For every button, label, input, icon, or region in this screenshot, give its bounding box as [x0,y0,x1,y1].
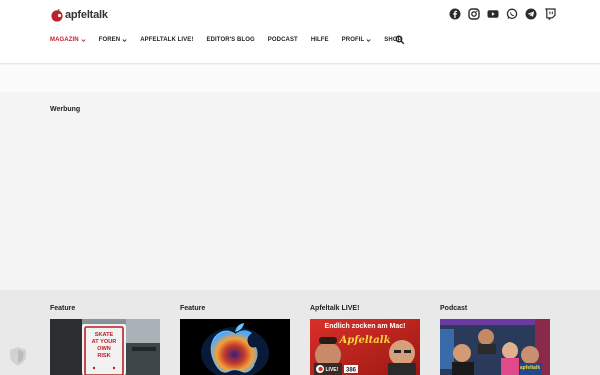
feature-card[interactable]: Feature SKATE AT YOUR OWN RISK [50,305,160,375]
nav-item-profil[interactable]: PROFIL [342,37,372,43]
nav-item-hilfe[interactable]: HILFE [311,37,329,43]
twitch-icon[interactable] [544,8,556,20]
facebook-icon[interactable] [449,8,461,20]
card-category: Feature [50,305,76,312]
sign-line-1: SKATE [95,332,114,338]
apfeltalk-live-thumbnail: Endlich zocken am Mac! Apfeltalk LIVE! 3… [310,319,420,375]
nav-item-podcast[interactable]: PODCAST [268,37,298,43]
social-links [449,8,556,20]
card-image-apfeltalk-live[interactable]: Endlich zocken am Mac! Apfeltalk LIVE! 3… [310,319,420,375]
nav-item-label: FOREN [98,37,121,43]
ad-label: Werbung [50,106,81,113]
nav-item-label: MAGAZIN [50,37,79,43]
search-icon[interactable] [395,35,405,45]
card-image-skate-sign[interactable]: SKATE AT YOUR OWN RISK [50,319,160,375]
header-strip [0,50,600,64]
chevron-down-icon [366,38,371,42]
nav-item-magazin[interactable]: MAGAZIN [50,37,86,43]
youtube-icon[interactable] [487,8,499,20]
podcast-card[interactable]: Podcast apfeltalk [440,305,550,375]
skate-sign-image: SKATE AT YOUR OWN RISK [50,319,160,375]
site-logo-text: apfeltalk [65,9,108,21]
glowing-apple-image [180,319,290,375]
podcast-hosts-image: apfeltalk [440,319,550,375]
nav-item-label: APFELTALK LIVE! [140,37,194,43]
live-card[interactable]: Apfeltalk LIVE! Endlich zocken am Mac! A… [310,305,420,375]
nav-item-apfeltalk-live[interactable]: APFELTALK LIVE! [140,37,193,43]
thumbnail-title: Endlich zocken am Mac! [325,323,406,330]
episode-number: 386 [346,368,357,374]
apple-logo-icon [51,9,63,22]
sign-line-2: AT YOUR [92,339,117,345]
card-category: Podcast [440,305,468,312]
privacy-shield-icon[interactable] [7,345,29,367]
card-image-glowing-apple[interactable] [180,319,290,375]
thumbnail-brand: Apfeltalk [338,335,390,346]
nav-item-label: EDITOR'S BLOG [206,37,255,43]
chevron-down-icon [81,38,86,42]
nav-menu: MAGAZIN FOREN APFELTALK LIVE! EDITOR'S B… [50,30,415,50]
feature-section: Feature SKATE AT YOUR OWN RISK Feature A… [0,290,600,375]
telegram-icon[interactable] [525,8,537,20]
whatsapp-icon[interactable] [506,8,518,20]
nav-item-foren[interactable]: FOREN [99,37,128,43]
sign-line-4: RISK [97,353,110,359]
site-logo[interactable]: apfeltalk [50,6,108,24]
card-image-podcast[interactable]: apfeltalk [440,319,550,375]
top-header: apfeltalk [0,0,600,30]
feature-card[interactable]: Feature [180,305,290,375]
chevron-down-icon [122,38,127,42]
main-navigation: MAGAZIN FOREN APFELTALK LIVE! EDITOR'S B… [0,30,600,50]
card-category: Feature [180,305,206,312]
card-category: Apfeltalk LIVE! [310,305,360,312]
nav-item-label: PROFIL [341,37,365,43]
ad-section: Werbung [0,92,600,290]
live-badge-text: LIVE! [326,367,339,373]
nav-item-label: HILFE [310,37,329,43]
instagram-icon[interactable] [468,8,480,20]
shirt-brand: apfeltalk [520,365,541,371]
sign-line-3: OWN [97,346,111,352]
nav-item-label: PODCAST [267,37,298,43]
spacer-band [0,65,600,92]
nav-item-editors-blog[interactable]: EDITOR'S BLOG [206,37,254,43]
